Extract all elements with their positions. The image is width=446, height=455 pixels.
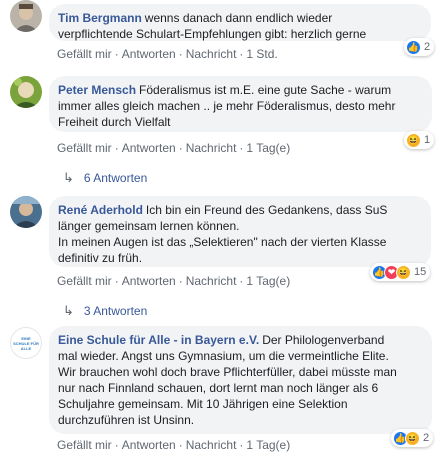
- comment-actions: Gefällt mir · Antworten · Nachricht · 1 Tag(e): [57, 438, 291, 452]
- avatar[interactable]: EINE SCHULE FÜR ALLE: [10, 327, 42, 359]
- reaction-summary[interactable]: 👍 ❤ 😆 15: [370, 263, 431, 281]
- comment-author[interactable]: Eine Schule für Alle - in Bayern e.V.: [58, 333, 259, 347]
- reply-link[interactable]: Antworten: [122, 274, 176, 288]
- comment-author[interactable]: Tim Bergmann: [58, 11, 142, 25]
- message-link[interactable]: Nachricht: [186, 274, 237, 288]
- laughing-face-icon: 😆: [406, 132, 421, 148]
- comment-text-line: In meinen Augen ist das „Selektieren" na…: [58, 235, 387, 249]
- avatar[interactable]: [10, 76, 42, 108]
- like-link[interactable]: Gefällt mir: [57, 141, 112, 155]
- replies-count: 3 Antworten: [83, 304, 148, 318]
- reply-link[interactable]: Antworten: [122, 438, 176, 452]
- avatar-logo-text: EINE SCHULE FÜR ALLE: [13, 335, 39, 351]
- comment-text-line: Schuljahre gemeinsam. Mit 10 Jährigen ei…: [58, 397, 348, 411]
- timestamp[interactable]: 1 Tag(e): [246, 274, 290, 288]
- comment-bubble: René Aderhold Ich bin ein Freund des Geda…: [49, 196, 431, 267]
- comment-text-line: immer alles gleich machen .. je mehr Föd…: [58, 99, 396, 113]
- comment-text-line: nur nach Finnland schauen, dort lernt ma…: [58, 381, 379, 395]
- comment-text-line: definitiv zu früh.: [58, 251, 143, 265]
- like-link[interactable]: Gefällt mir: [57, 274, 112, 288]
- reaction-count: 2: [424, 41, 431, 53]
- comment-text-line: verpflichtende Schulart-Empfehlungen gib…: [58, 27, 367, 41]
- like-link[interactable]: Gefällt mir: [57, 438, 112, 452]
- comment-text-line: wenns danach dann endlich wieder: [144, 11, 333, 25]
- message-link[interactable]: Nachricht: [186, 438, 237, 452]
- like-link[interactable]: Gefällt mir: [57, 47, 112, 61]
- comment-author[interactable]: René Aderhold: [58, 203, 143, 217]
- comment-text-line: durchzuführen ist Unsinn.: [58, 413, 195, 427]
- message-link[interactable]: Nachricht: [186, 47, 237, 61]
- comment-text-line: mal wieder. Angst uns Gymnasium, um die …: [58, 349, 389, 363]
- comment-bubble: Peter Mensch Föderalismus ist m.E. eine g…: [49, 76, 432, 132]
- comment-text-line: länger gemeinsam lernen können.: [58, 219, 240, 233]
- laughing-face-icon: 😆: [396, 264, 411, 280]
- reaction-count: 1: [424, 134, 431, 146]
- reaction-summary[interactable]: 👍 😆 2: [391, 429, 434, 447]
- comment-text-line: Der Philologenverband: [262, 333, 385, 347]
- reaction-count: 15: [414, 266, 427, 278]
- view-replies-link[interactable]: ↳ 6 Antworten: [63, 170, 147, 186]
- comment-bubble: Tim Bergmann wenns danach dann endlich wi…: [49, 4, 431, 41]
- comment-text-line: Föderalismus ist m.E. eine gute Sache - …: [139, 83, 392, 97]
- reply-arrow-icon: ↳: [63, 170, 74, 185]
- comment-actions: Gefällt mir · Antworten · Nachricht · 1 Tag(e): [57, 141, 291, 155]
- timestamp[interactable]: 1 Tag(e): [246, 438, 290, 452]
- reaction-summary[interactable]: 👍 2: [404, 38, 435, 56]
- comment-text-line: Ich bin ein Freund des Gedankens, dass S…: [145, 203, 388, 217]
- reaction-summary[interactable]: 😆 1: [404, 131, 435, 149]
- avatar[interactable]: [10, 196, 42, 228]
- timestamp[interactable]: 1 Std.: [246, 47, 277, 61]
- message-link[interactable]: Nachricht: [186, 141, 237, 155]
- reaction-count: 2: [423, 432, 430, 444]
- reply-link[interactable]: Antworten: [122, 141, 176, 155]
- thumbs-up-icon: 👍: [406, 39, 421, 55]
- comment-text-line: Freiheit durch Vielfalt: [58, 115, 171, 129]
- comment-text-line: Wir brauchen wohl doch brave Pflichterfü…: [58, 365, 397, 379]
- comment-actions: Gefällt mir · Antworten · Nachricht · 1 Std.: [57, 47, 278, 61]
- avatar[interactable]: [10, 0, 42, 32]
- laughing-face-icon: 😆: [405, 430, 420, 446]
- reply-arrow-icon: ↳: [63, 303, 74, 318]
- comment-author[interactable]: Peter Mensch: [58, 83, 136, 97]
- timestamp[interactable]: 1 Tag(e): [246, 141, 290, 155]
- comment-actions: Gefällt mir · Antworten · Nachricht · 1 Tag(e): [57, 274, 291, 288]
- reply-link[interactable]: Antworten: [122, 47, 176, 61]
- comment-bubble: Eine Schule für Alle - in Bayern e.V. Der…: [49, 326, 432, 434]
- view-replies-link[interactable]: ↳ 3 Antworten: [63, 303, 147, 319]
- replies-count: 6 Antworten: [83, 171, 148, 185]
